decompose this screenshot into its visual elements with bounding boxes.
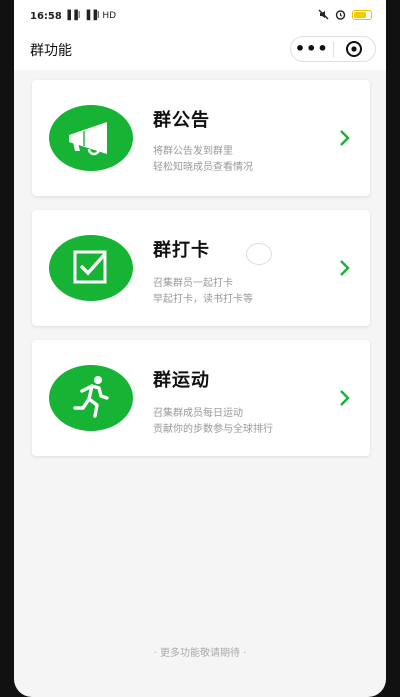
card-desc-line1: 召集群成员每日运动 (153, 408, 243, 419)
card-desc-line1: 召集群员一起打卡 (153, 278, 233, 289)
card-title: 群公告 (153, 110, 210, 131)
signal-indicator: ▐▐l ▐▐l HD (64, 11, 117, 21)
target-icon (346, 41, 363, 57)
chevron-right-icon (340, 260, 350, 276)
chevron-right-icon (340, 390, 350, 406)
footer-note: · 更多功能敬请期待 · (153, 648, 247, 659)
running-icon (49, 365, 133, 431)
more-button[interactable]: ••• (291, 37, 333, 61)
mute-icon (318, 9, 329, 20)
mini-program-capsule: ••• (290, 36, 376, 62)
more-icon: ••• (294, 39, 329, 58)
chevron-right-icon (340, 130, 350, 146)
card-sports[interactable]: 群运动 召集群成员每日运动 贡献你的步数参与全球排行 (32, 340, 370, 456)
card-announcement[interactable]: 群公告 将群公告发到群里 轻松知晓成员查看情况 (32, 80, 370, 196)
megaphone-icon (49, 105, 133, 171)
card-title: 群打卡 (153, 240, 210, 261)
card-checkin[interactable]: 群打卡 召集群员一起打卡 早起打卡，读书打卡等 (32, 210, 370, 326)
status-time: 16:58 (30, 11, 62, 22)
status-icons (318, 9, 372, 20)
card-title: 群运动 (153, 370, 210, 391)
card-desc-line2: 早起打卡，读书打卡等 (153, 294, 253, 305)
close-button[interactable] (334, 37, 376, 61)
card-desc-line2: 轻松知晓成员查看情况 (153, 162, 253, 173)
nav-bar: 群功能 ••• (14, 32, 386, 70)
card-desc-line2: 贡献你的步数参与全球排行 (153, 424, 273, 435)
checkbox-icon (49, 235, 133, 301)
phone-screen: 16:58 ▐▐l ▐▐l HD 群功能 ••• 群公告 将群公告发到群里 轻松… (14, 0, 386, 697)
touch-indicator (246, 243, 272, 265)
card-desc-line1: 将群公告发到群里 (153, 146, 233, 157)
page-title: 群功能 (30, 43, 72, 59)
battery-icon (352, 9, 372, 20)
status-bar: 16:58 ▐▐l ▐▐l HD (14, 0, 386, 32)
alarm-icon (335, 10, 346, 20)
